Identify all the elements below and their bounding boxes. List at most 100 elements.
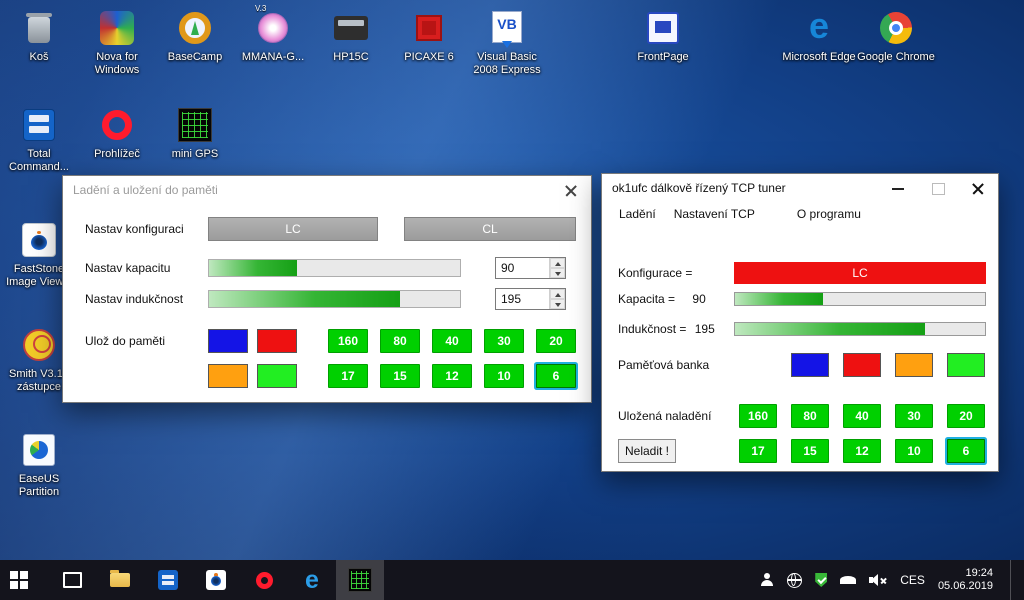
desktop-icon-label: Total Command... [0,148,78,174]
memory-button-10[interactable]: 10 [895,439,933,463]
window-titlebar[interactable]: ok1ufc dálkově řízený TCP tuner [602,174,998,202]
capacity-indicator-bar [734,292,986,306]
network-globe-icon[interactable] [787,573,802,588]
wifi-icon[interactable] [840,576,856,584]
minimize-icon[interactable] [878,174,918,202]
memory-button-30[interactable]: 30 [895,404,933,428]
tcp-tuner-window: ok1ufc dálkově řízený TCP tuner Ladění N… [601,173,999,472]
menu-ladeni[interactable]: Ladění [610,203,665,225]
spinner-down-button[interactable] [550,299,565,309]
desktop-icon-mini-gps[interactable]: mini GPS [156,105,234,161]
opera-taskbar-button[interactable] [240,560,288,600]
bank-blue-button[interactable] [208,329,248,353]
people-icon[interactable] [760,573,774,587]
memory-button-160[interactable]: 160 [328,329,368,353]
desktop-icon-total-commander[interactable]: Total Command... [0,105,78,174]
capacity-number-input[interactable]: 90 [495,257,566,279]
desktop-icon-basecamp[interactable]: BaseCamp [156,8,234,64]
memory-bank-label: Paměťová banka [618,353,709,377]
spinner-down-button[interactable] [550,268,565,278]
desktop-icon-picaxe[interactable]: PICAXE 6 [390,8,468,64]
bank-green-button[interactable] [257,364,297,388]
close-icon[interactable] [958,174,998,202]
desktop-icon-label: EaseUS Partition [0,473,78,499]
nova-globe-icon [97,8,137,48]
desktop-icon-nova-for-windows[interactable]: Nova for Windows [78,8,156,77]
total-commander-taskbar-button[interactable] [144,560,192,600]
close-icon[interactable] [551,176,591,204]
task-view-button[interactable] [48,560,96,600]
memory-button-20[interactable]: 20 [536,329,576,353]
desktop-icon-edge[interactable]: e Microsoft Edge [780,8,858,64]
volume-muted-icon[interactable] [869,574,887,587]
taskbar: e CES 19:24 05.06.2019 [0,560,1024,600]
spinner-up-button[interactable] [550,258,565,268]
mmana-version-text: V.3 [255,4,266,13]
lc-button[interactable]: LC [208,217,378,241]
bank-orange-button[interactable] [208,364,248,388]
spinner-up-button[interactable] [550,289,565,299]
bank-red-button[interactable] [257,329,297,353]
memory-button-15[interactable]: 15 [380,364,420,388]
memory-button-30[interactable]: 30 [484,329,524,353]
opera-icon [256,572,273,589]
maximize-icon[interactable] [918,174,958,202]
desktop-icon-label: MMANA-G... [234,51,312,64]
memory-button-17[interactable]: 17 [739,439,777,463]
bank-blue-button[interactable] [791,353,829,377]
desktop-icon-mmana[interactable]: V.3 MMANA-G... [234,8,312,64]
memory-button-20[interactable]: 20 [947,404,985,428]
show-desktop-button[interactable] [1010,560,1016,600]
desktop-icon-frontpage[interactable]: FrontPage [624,8,702,64]
memory-button-40[interactable]: 40 [432,329,472,353]
desktop-icon-recycle-bin[interactable]: Koš [0,8,78,64]
cl-button[interactable]: CL [404,217,576,241]
window-titlebar[interactable]: Ladění a uložení do paměti [63,176,591,204]
edge-taskbar-button[interactable]: e [288,560,336,600]
desktop-icon-label: mini GPS [156,148,234,161]
file-explorer-button[interactable] [96,560,144,600]
memory-button-80[interactable]: 80 [380,329,420,353]
desktop-icon-opera[interactable]: Prohlížeč [78,105,156,161]
bank-red-button[interactable] [843,353,881,377]
memory-button-12[interactable]: 12 [843,439,881,463]
memory-button-6[interactable]: 6 [947,439,985,463]
capacity-slider[interactable] [208,259,461,277]
memory-button-10[interactable]: 10 [484,364,524,388]
start-button[interactable] [0,560,48,600]
memory-button-160[interactable]: 160 [739,404,777,428]
memory-button-12[interactable]: 12 [432,364,472,388]
bank-orange-button[interactable] [895,353,933,377]
memory-button-80[interactable]: 80 [791,404,829,428]
desktop-icon-chrome[interactable]: Google Chrome [857,8,935,64]
gps-grid-icon [348,568,372,592]
clock-time: 19:24 [938,567,993,580]
visual-basic-icon: VB [487,8,527,48]
faststone-taskbar-button[interactable] [192,560,240,600]
taskbar-clock[interactable]: 19:24 05.06.2019 [938,567,993,593]
total-commander-icon [158,570,178,590]
desktop-icon-label: Visual Basic 2008 Express [468,51,546,77]
inductance-slider-fill [209,291,400,307]
memory-button-17[interactable]: 17 [328,364,368,388]
menu-o-programu[interactable]: O programu [788,203,870,225]
memory-button-6[interactable]: 6 [536,364,576,388]
desktop-icon-label: FrontPage [624,51,702,64]
desktop-icon-easeus[interactable]: EaseUS Partition [0,430,78,499]
security-shield-icon[interactable] [815,573,827,587]
menu-bar: Ladění Nastavení TCP O programu [602,202,998,226]
desktop-icon-hp15c[interactable]: HP15C [312,8,390,64]
inductance-number-input[interactable]: 195 [495,288,566,310]
inductance-label: Indukčnost = [618,322,686,336]
bank-green-button[interactable] [947,353,985,377]
memory-button-15[interactable]: 15 [791,439,829,463]
neladit-button[interactable]: Neladit ! [618,439,676,463]
inductance-value: 195 [695,322,715,336]
desktop-icon-visual-basic[interactable]: VB Visual Basic 2008 Express [468,8,546,77]
language-indicator[interactable]: CES [900,573,925,587]
inductance-slider[interactable] [208,290,461,308]
memory-button-40[interactable]: 40 [843,404,881,428]
menu-nastaveni-tcp[interactable]: Nastavení TCP [665,203,764,225]
capacity-value: 90 [496,258,549,278]
tcp-tuner-taskbar-button[interactable] [336,560,384,600]
